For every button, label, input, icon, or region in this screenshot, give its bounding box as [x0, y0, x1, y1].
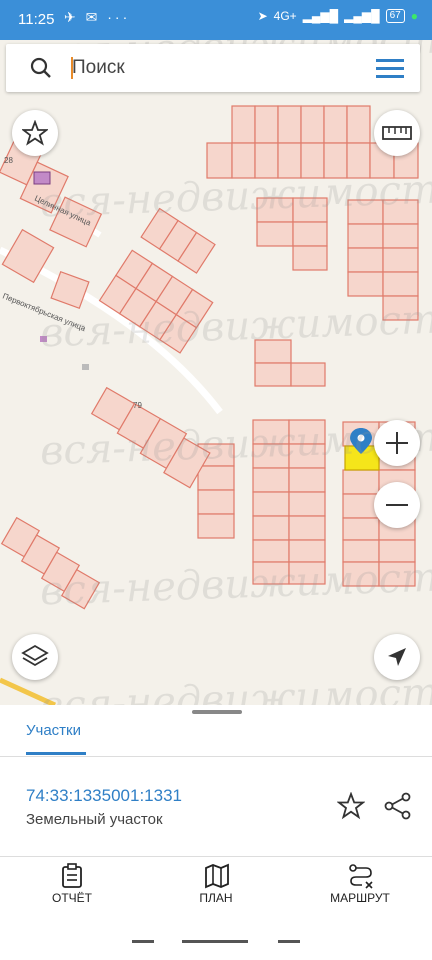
search-bar [6, 44, 420, 92]
tab-parcels[interactable]: Участки [26, 722, 81, 739]
system-navigation [0, 914, 432, 960]
zoom-out-button[interactable] [374, 482, 420, 528]
cadastral-number-link[interactable]: 74:33:1335001:1331 [26, 786, 182, 806]
divider [0, 756, 432, 757]
share-icon[interactable] [384, 792, 412, 820]
sys-menu-button[interactable] [132, 940, 154, 943]
route-icon [349, 864, 373, 889]
search-input[interactable] [70, 54, 354, 82]
menu-icon[interactable] [376, 57, 406, 79]
house-number: 79 [133, 401, 142, 410]
my-location-button[interactable] [374, 634, 420, 680]
map-icon [205, 863, 229, 889]
star-outline-icon[interactable] [337, 792, 365, 820]
plus-icon [386, 432, 408, 454]
status-bar: 11:25 ✈ ✉ ··· ➤ 4G+ ▂▄▆█ ▂▄▆█ 67 ● [0, 0, 432, 40]
charging-dot-icon: ● [410, 9, 418, 23]
parcel-type-label: Земельный участок [26, 811, 163, 828]
navigation-arrow-icon [388, 648, 406, 666]
nav-route-label: МАРШРУТ [330, 891, 390, 905]
sys-back-button[interactable] [278, 940, 300, 943]
search-icon[interactable] [30, 57, 52, 79]
status-time: 11:25 [18, 11, 55, 28]
map-view[interactable]: Целинная улица Первоктябрьская улица 28 … [0, 40, 432, 705]
minus-icon [386, 504, 408, 506]
signal2-icon: ▂▄▆█ [344, 9, 380, 23]
notification-icons: ✈ ✉ ··· [64, 9, 131, 25]
sys-home-button[interactable] [182, 940, 248, 943]
layers-icon [21, 644, 49, 667]
drag-handle[interactable] [192, 710, 242, 714]
layers-button[interactable] [12, 634, 58, 680]
zoom-in-button[interactable] [374, 420, 420, 466]
ruler-button[interactable] [374, 110, 420, 156]
network-type: 4G+ [273, 9, 297, 23]
location-icon: ➤ [257, 9, 268, 23]
status-right: ➤ 4G+ ▂▄▆█ ▂▄▆█ 67 ● [258, 9, 418, 23]
clipboard-icon [62, 863, 82, 888]
map-canvas: Целинная улица Первоктябрьская улица 28 … [0, 105, 419, 705]
signal-icon: ▂▄▆█ [302, 9, 339, 23]
ruler-icon [382, 126, 412, 140]
road-main [0, 677, 57, 705]
building [40, 336, 47, 342]
favorite-button[interactable] [12, 110, 58, 156]
star-icon [22, 120, 48, 146]
nav-plan-label: ПЛАН [199, 891, 233, 905]
bottom-navigation: ОТЧЁТ ПЛАН МАРШРУТ [0, 856, 432, 915]
building [33, 171, 51, 185]
battery-icon: 67 [385, 9, 405, 23]
nav-report-label: ОТЧЁТ [51, 891, 92, 905]
nav-plan[interactable]: ПЛАН [166, 857, 266, 915]
house-number: 28 [4, 156, 13, 165]
tab-underline [26, 752, 86, 755]
nav-route[interactable]: МАРШРУТ [310, 857, 410, 915]
building [82, 364, 89, 370]
nav-report[interactable]: ОТЧЁТ [22, 857, 122, 915]
